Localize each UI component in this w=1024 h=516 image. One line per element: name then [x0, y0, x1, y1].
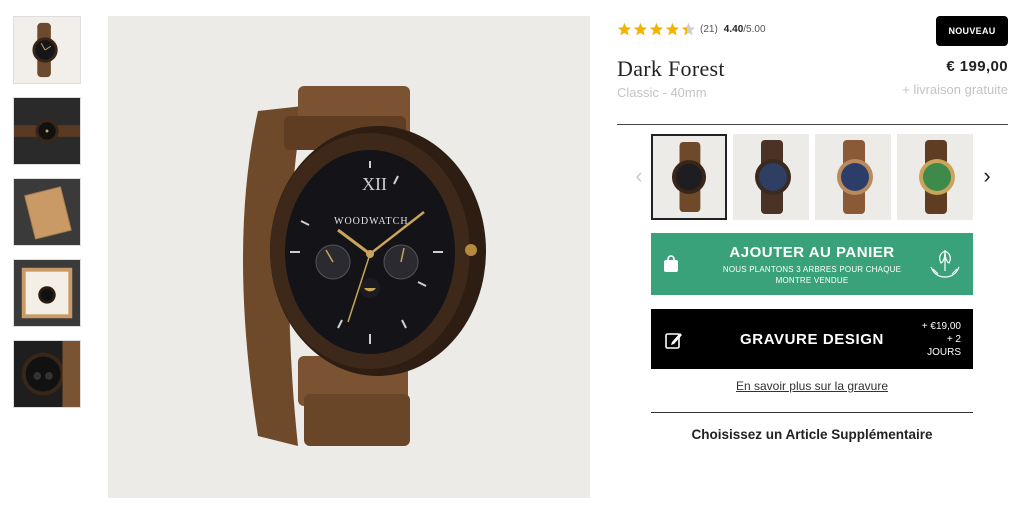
engraving-price: + €19,00: [921, 321, 961, 332]
product-main-image[interactable]: XII WOODWATCH: [108, 16, 590, 498]
thumbnail-watch-closeup[interactable]: [13, 340, 81, 408]
engraving-info-link[interactable]: En savoir plus sur la gravure: [736, 379, 888, 393]
thumbnail-watch-wrist[interactable]: [13, 97, 81, 165]
chevron-right-icon[interactable]: ›: [977, 164, 997, 188]
thumbnail-gallery: [13, 16, 81, 421]
rating-score: 4.40: [723, 23, 744, 35]
rating-max: /5.00: [743, 23, 766, 35]
add-to-cart-label: AJOUTER AU PANIER: [729, 244, 895, 261]
hands-tree-icon: [930, 250, 960, 278]
rating-stars: [617, 22, 697, 37]
variant-option-green-dial[interactable]: [897, 134, 973, 220]
variant-option-blue-dial[interactable]: [733, 134, 809, 220]
star-icon: [617, 22, 632, 35]
star-icon: [665, 22, 680, 35]
new-badge: NOUVEAU: [936, 16, 1008, 46]
product-header: Dark Forest Classic - 40mm € 199,00 + li…: [617, 56, 1008, 114]
engraving-meta: + €19,00 + 2 JOURS: [909, 320, 961, 359]
engraving-days: + 2: [946, 334, 961, 345]
engraving-info-link-wrap: En savoir plus sur la gravure: [651, 379, 973, 393]
product-price: € 199,00: [946, 58, 1008, 75]
hero-brand: WOODWATCH: [334, 216, 409, 227]
star-icon: [681, 22, 696, 35]
star-icon: [633, 22, 648, 35]
rating-count: (21): [700, 23, 718, 35]
variant-option-navy-rosegold[interactable]: [815, 134, 891, 220]
engraving-button[interactable]: GRAVURE DESIGN + €19,00 + 2 JOURS: [651, 309, 973, 369]
hero-numeral: XII: [362, 174, 387, 194]
variant-option-dark-forest[interactable]: [651, 134, 727, 220]
engraving-days-label: JOURS: [927, 347, 961, 358]
thumbnail-watch-side[interactable]: [13, 16, 81, 84]
product-page: XII WOODWATCH (21) 4.40 /5.00 NOUVEAU Da…: [0, 0, 1024, 516]
star-icon: [649, 22, 664, 35]
thumbnail-wooden-box[interactable]: [13, 178, 81, 246]
shipping-note: + livraison gratuite: [902, 82, 1008, 97]
divider: [651, 412, 973, 413]
add-to-cart-button[interactable]: AJOUTER AU PANIER NOUS PLANTONS 3 ARBRES…: [651, 233, 973, 295]
variant-selector: ‹ ›: [617, 134, 1008, 220]
product-info-panel: (21) 4.40/5.00 NOUVEAU Dark Forest Class…: [617, 16, 1008, 442]
thumbnail-open-box[interactable]: [13, 259, 81, 327]
tree-planting-note: NOUS PLANTONS 3 ARBRES POUR CHAQUE MONTR…: [722, 265, 902, 285]
chevron-left-icon[interactable]: ‹: [629, 164, 649, 188]
divider: [617, 124, 1008, 125]
extra-item-heading: Choisissez un Article Supplémentaire: [691, 427, 933, 442]
